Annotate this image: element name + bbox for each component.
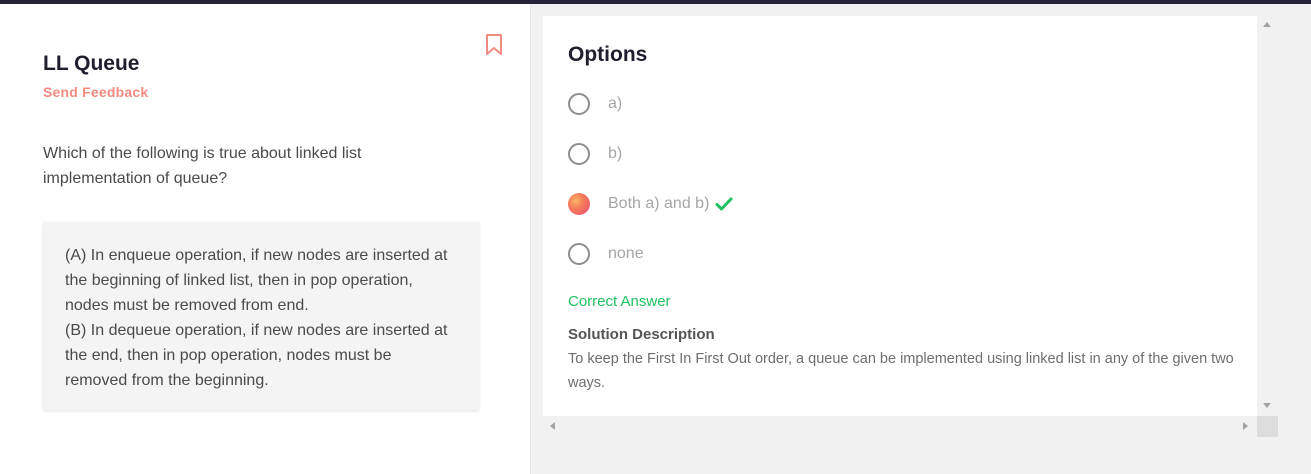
bookmark-icon[interactable]	[485, 34, 503, 56]
option-none[interactable]: none	[568, 242, 644, 266]
option-label: b)	[608, 145, 623, 162]
radio-button[interactable]	[568, 93, 590, 115]
send-feedback-link[interactable]: Send Feedback	[43, 84, 148, 100]
options-title: Options	[568, 43, 648, 66]
result-status: Correct Answer	[568, 293, 671, 310]
question-text: Which of the following is true about lin…	[43, 145, 362, 187]
option-label: none	[608, 245, 644, 262]
scrollbar-corner	[1257, 416, 1278, 437]
statement-a: (A) In enqueue operation, if new nodes a…	[65, 247, 448, 314]
radio-button-selected[interactable]	[568, 193, 590, 215]
page-scrollbar[interactable]	[1290, 4, 1311, 474]
scroll-down-icon[interactable]	[1263, 403, 1271, 408]
horizontal-scrollbar[interactable]	[543, 416, 1257, 437]
option-a[interactable]: a)	[568, 92, 622, 116]
scroll-up-icon[interactable]	[1263, 22, 1271, 27]
statement-b: (B) In dequeue operation, if new nodes a…	[65, 322, 448, 389]
option-label: a)	[608, 95, 623, 112]
solution-title: Solution Description	[568, 326, 715, 343]
option-b[interactable]: b)	[568, 142, 622, 166]
question-panel: LL Queue Send Feedback Which of the foll…	[0, 4, 531, 474]
scroll-left-icon[interactable]	[550, 422, 555, 430]
checkmark-icon	[715, 197, 733, 211]
option-label: Both a) and b)	[608, 195, 710, 212]
question-title: LL Queue	[43, 52, 140, 75]
radio-button[interactable]	[568, 143, 590, 165]
scroll-right-icon[interactable]	[1243, 422, 1248, 430]
vertical-scrollbar[interactable]	[1257, 16, 1278, 416]
option-both[interactable]: Both a) and b)	[568, 192, 733, 216]
radio-button[interactable]	[568, 243, 590, 265]
options-panel: Options a) b) Both a) and b) none Correc…	[543, 16, 1257, 416]
statement-box: (A) In enqueue operation, if new nodes a…	[43, 222, 479, 410]
solution-text: To keep the First In First Out order, a …	[568, 351, 1234, 391]
